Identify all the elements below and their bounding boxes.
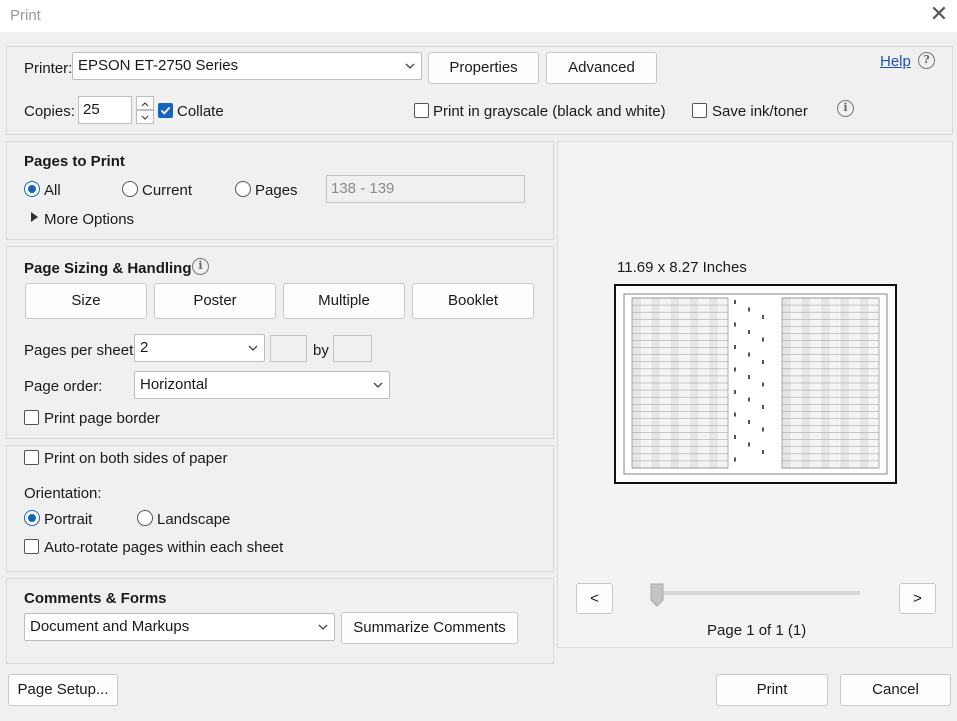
page-setup-button[interactable]: Page Setup... — [8, 674, 118, 706]
chevron-down-icon — [373, 382, 383, 388]
both-sides-label: Print on both sides of paper — [44, 450, 228, 467]
pages-per-sheet-columns-input[interactable] — [270, 335, 307, 362]
all-pages-label: All — [44, 182, 61, 199]
page-indicator: Page 1 of 1 (1) — [707, 622, 807, 639]
close-icon[interactable]: ✕ — [928, 3, 950, 25]
help-icon[interactable]: ? — [918, 52, 935, 69]
pages-range-radio[interactable] — [235, 181, 251, 197]
info-icon[interactable]: i — [192, 258, 209, 275]
summarize-comments-button[interactable]: Summarize Comments — [341, 612, 518, 644]
save-ink-checkbox[interactable] — [692, 103, 707, 118]
both-sides-checkbox[interactable] — [24, 450, 39, 465]
page-sizing-heading: Page Sizing & Handling — [24, 260, 192, 277]
chevron-down-icon — [405, 63, 415, 69]
collate-checkbox[interactable] — [158, 103, 173, 118]
printer-label: Printer: — [24, 60, 73, 77]
expand-triangle-icon[interactable] — [30, 212, 39, 222]
comments-heading: Comments & Forms — [24, 590, 167, 607]
copies-increment[interactable] — [136, 96, 154, 110]
spin-down-icon — [141, 115, 149, 120]
booklet-button[interactable]: Booklet — [412, 283, 534, 319]
chevron-down-icon — [318, 624, 328, 630]
previous-page-button[interactable]: < — [576, 583, 613, 614]
collate-label: Collate — [177, 103, 224, 120]
help-link[interactable]: Help — [880, 53, 911, 70]
printer-select[interactable]: EPSON ET-2750 Series — [72, 52, 422, 80]
pages-per-sheet-select[interactable]: 2 — [134, 334, 265, 362]
current-page-radio[interactable] — [122, 181, 138, 197]
next-page-button[interactable]: > — [899, 583, 936, 614]
page-preview — [614, 284, 897, 484]
landscape-radio[interactable] — [137, 510, 153, 526]
pages-range-input[interactable]: 138 - 139 — [326, 175, 525, 203]
preview-thumbnail — [623, 293, 888, 475]
landscape-label: Landscape — [157, 511, 231, 528]
title-bar: Print ✕ — [0, 0, 957, 32]
portrait-radio[interactable] — [24, 510, 40, 526]
poster-button[interactable]: Poster — [154, 283, 276, 319]
comments-select-value: Document and Markups — [30, 618, 190, 635]
comments-select[interactable]: Document and Markups — [24, 613, 335, 641]
chevron-down-icon — [248, 345, 258, 351]
page-slider-track[interactable] — [652, 591, 860, 595]
print-button[interactable]: Print — [716, 674, 828, 706]
page-slider-thumb[interactable] — [650, 583, 664, 607]
portrait-label: Portrait — [44, 511, 93, 528]
properties-button[interactable]: Properties — [428, 52, 539, 84]
page-order-label: Page order: — [24, 378, 103, 395]
cancel-button[interactable]: Cancel — [840, 674, 951, 706]
auto-rotate-checkbox[interactable] — [24, 539, 39, 554]
all-pages-radio[interactable] — [24, 181, 40, 197]
pages-per-sheet-label: Pages per sheet: — [24, 342, 138, 359]
pages-per-sheet-value: 2 — [140, 339, 149, 356]
pages-range-label: Pages — [255, 182, 298, 199]
save-ink-label: Save ink/toner — [712, 103, 808, 120]
pages-to-print-heading: Pages to Print — [24, 153, 125, 170]
paper-size-label: 11.69 x 8.27 Inches — [617, 259, 747, 276]
grayscale-label: Print in grayscale (black and white) — [433, 103, 666, 120]
checkmark-icon — [160, 106, 171, 115]
page-order-value: Horizontal — [140, 376, 208, 393]
copies-input[interactable]: 25 — [78, 96, 132, 124]
size-button[interactable]: Size — [25, 283, 147, 319]
copies-label: Copies: — [24, 103, 75, 120]
info-icon[interactable]: i — [837, 100, 854, 117]
page-order-select[interactable]: Horizontal — [134, 371, 390, 399]
pages-per-sheet-rows-input[interactable] — [333, 335, 372, 362]
auto-rotate-label: Auto-rotate pages within each sheet — [44, 539, 284, 556]
multiple-button[interactable]: Multiple — [283, 283, 405, 319]
current-page-label: Current — [142, 182, 193, 199]
print-border-label: Print page border — [44, 410, 160, 427]
more-options-toggle[interactable]: More Options — [44, 211, 134, 228]
by-label: by — [313, 342, 329, 359]
grayscale-checkbox[interactable] — [414, 103, 429, 118]
window-title: Print — [10, 7, 41, 24]
advanced-button[interactable]: Advanced — [546, 52, 657, 84]
spin-up-icon — [141, 102, 149, 107]
orientation-label: Orientation: — [24, 485, 102, 502]
print-border-checkbox[interactable] — [24, 410, 39, 425]
copies-decrement[interactable] — [136, 110, 154, 124]
printer-select-value: EPSON ET-2750 Series — [78, 57, 239, 74]
